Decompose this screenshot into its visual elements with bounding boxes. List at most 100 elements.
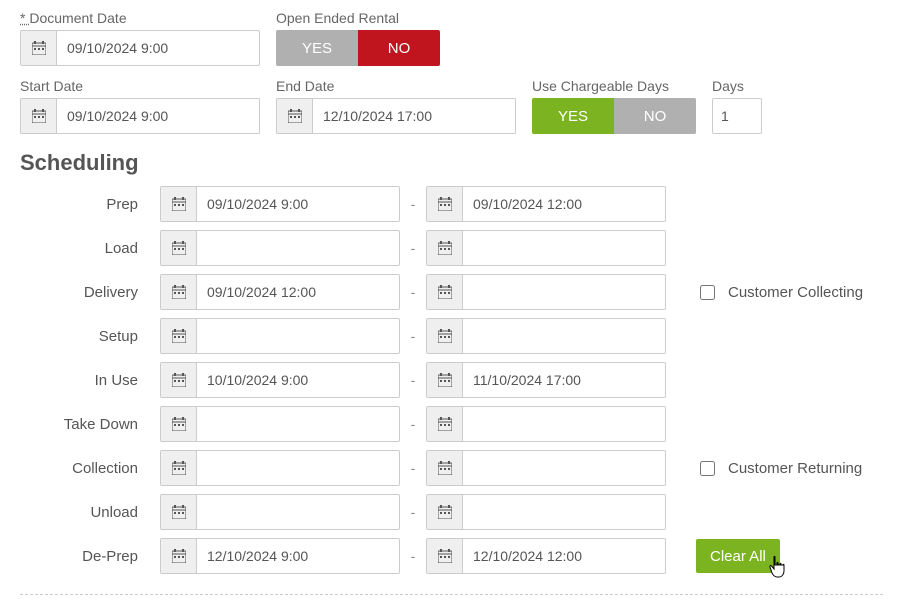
collection-from-value[interactable]	[197, 451, 392, 485]
collection-from-input[interactable]	[160, 450, 400, 486]
calendar-icon[interactable]	[277, 99, 313, 133]
scheduling-grid: Prep - Load - Delivery -	[20, 186, 883, 574]
sched-row-setup: Setup -	[20, 318, 883, 354]
unload-from-input[interactable]	[160, 494, 400, 530]
sched-label: De-Prep	[20, 548, 160, 565]
range-dash: -	[400, 460, 426, 476]
calendar-icon[interactable]	[427, 231, 463, 265]
inuse-from-input[interactable]	[160, 362, 400, 398]
calendar-icon[interactable]	[427, 495, 463, 529]
delivery-from-input[interactable]	[160, 274, 400, 310]
scheduling-heading: Scheduling	[20, 150, 883, 176]
open-ended-rental-label: Open Ended Rental	[276, 10, 440, 26]
customer-collecting-label: Customer Collecting	[728, 284, 863, 301]
calendar-icon[interactable]	[161, 451, 197, 485]
calendar-icon[interactable]	[161, 363, 197, 397]
calendar-icon[interactable]	[427, 407, 463, 441]
delivery-to-value[interactable]	[463, 275, 658, 309]
document-date-input[interactable]	[20, 30, 260, 66]
range-dash: -	[400, 372, 426, 388]
load-from-value[interactable]	[197, 231, 392, 265]
end-date-value[interactable]	[313, 99, 493, 133]
calendar-icon[interactable]	[427, 187, 463, 221]
calendar-icon[interactable]	[161, 495, 197, 529]
deprep-to-input[interactable]	[426, 538, 666, 574]
inuse-to-value[interactable]	[463, 363, 658, 397]
calendar-icon[interactable]	[427, 539, 463, 573]
calendar-icon[interactable]	[427, 363, 463, 397]
sched-label: Collection	[20, 460, 160, 477]
load-to-input[interactable]	[426, 230, 666, 266]
deprep-from-input[interactable]	[160, 538, 400, 574]
use-chargeable-no[interactable]: NO	[614, 98, 696, 134]
use-chargeable-days-label: Use Chargeable Days	[532, 78, 696, 94]
takedown-from-input[interactable]	[160, 406, 400, 442]
clear-all-button[interactable]: Clear All	[696, 539, 780, 573]
prep-to-value[interactable]	[463, 187, 658, 221]
calendar-icon[interactable]	[161, 407, 197, 441]
load-from-input[interactable]	[160, 230, 400, 266]
deprep-to-value[interactable]	[463, 539, 658, 573]
start-date-value[interactable]	[57, 99, 237, 133]
collection-to-value[interactable]	[463, 451, 658, 485]
calendar-icon[interactable]	[161, 275, 197, 309]
customer-returning-checkbox[interactable]	[700, 461, 715, 476]
prep-to-input[interactable]	[426, 186, 666, 222]
document-date-value[interactable]	[57, 31, 237, 65]
range-dash: -	[400, 240, 426, 256]
start-date-label: Start Date	[20, 78, 260, 94]
calendar-icon[interactable]	[21, 31, 57, 65]
calendar-icon[interactable]	[427, 275, 463, 309]
takedown-to-input[interactable]	[426, 406, 666, 442]
sched-row-unload: Unload -	[20, 494, 883, 530]
customer-returning-label: Customer Returning	[728, 460, 862, 477]
calendar-icon[interactable]	[21, 99, 57, 133]
sched-row-inuse: In Use -	[20, 362, 883, 398]
prep-from-value[interactable]	[197, 187, 392, 221]
delivery-from-value[interactable]	[197, 275, 392, 309]
setup-from-value[interactable]	[197, 319, 392, 353]
calendar-icon[interactable]	[161, 187, 197, 221]
customer-collecting-checkbox[interactable]	[700, 285, 715, 300]
collection-to-input[interactable]	[426, 450, 666, 486]
calendar-icon[interactable]	[161, 319, 197, 353]
prep-from-input[interactable]	[160, 186, 400, 222]
sched-label: Setup	[20, 328, 160, 345]
range-dash: -	[400, 328, 426, 344]
calendar-icon[interactable]	[161, 231, 197, 265]
range-dash: -	[400, 284, 426, 300]
load-to-value[interactable]	[463, 231, 658, 265]
open-ended-yes[interactable]: YES	[276, 30, 358, 66]
range-dash: -	[400, 504, 426, 520]
start-date-input[interactable]	[20, 98, 260, 134]
takedown-to-value[interactable]	[463, 407, 658, 441]
setup-to-value[interactable]	[463, 319, 658, 353]
range-dash: -	[400, 196, 426, 212]
sched-row-prep: Prep -	[20, 186, 883, 222]
unload-to-value[interactable]	[463, 495, 658, 529]
open-ended-rental-toggle[interactable]: YES NO	[276, 30, 440, 66]
sched-label: Load	[20, 240, 160, 257]
inuse-from-value[interactable]	[197, 363, 392, 397]
unload-to-input[interactable]	[426, 494, 666, 530]
setup-from-input[interactable]	[160, 318, 400, 354]
calendar-icon[interactable]	[161, 539, 197, 573]
sched-label: Unload	[20, 504, 160, 521]
deprep-from-value[interactable]	[197, 539, 392, 573]
sched-row-collection: Collection - Customer Returning	[20, 450, 883, 486]
use-chargeable-days-toggle[interactable]: YES NO	[532, 98, 696, 134]
calendar-icon[interactable]	[427, 451, 463, 485]
inuse-to-input[interactable]	[426, 362, 666, 398]
calendar-icon[interactable]	[427, 319, 463, 353]
sched-label: In Use	[20, 372, 160, 389]
delivery-to-input[interactable]	[426, 274, 666, 310]
open-ended-no[interactable]: NO	[358, 30, 440, 66]
divider	[20, 594, 883, 595]
sched-row-deprep: De-Prep - Clear All	[20, 538, 883, 574]
setup-to-input[interactable]	[426, 318, 666, 354]
unload-from-value[interactable]	[197, 495, 392, 529]
takedown-from-value[interactable]	[197, 407, 392, 441]
days-input[interactable]	[712, 98, 762, 134]
use-chargeable-yes[interactable]: YES	[532, 98, 614, 134]
end-date-input[interactable]	[276, 98, 516, 134]
